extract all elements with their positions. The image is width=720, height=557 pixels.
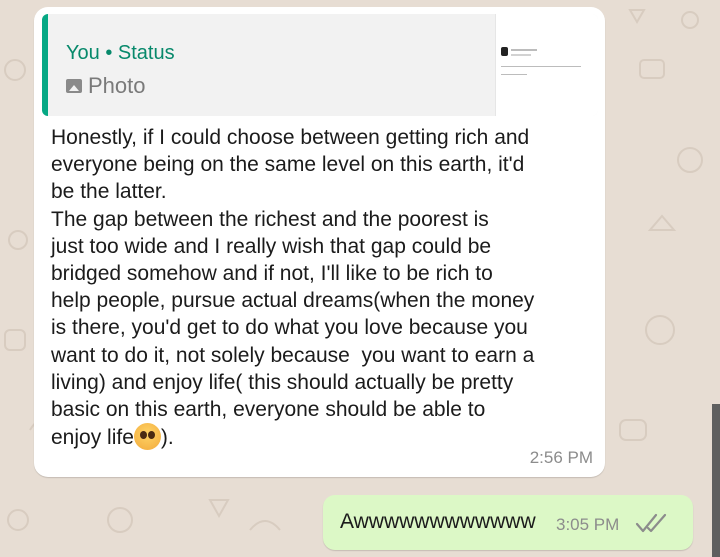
quote-context: Status	[117, 42, 175, 64]
quoted-status-reply[interactable]: You • Status Photo	[42, 14, 598, 116]
quote-accent-bar	[42, 14, 48, 116]
scroll-edge	[712, 404, 720, 557]
message-body-end: ).	[160, 426, 174, 450]
thumbnail-text-line	[511, 54, 531, 56]
incoming-message-bubble[interactable]: You • Status Photo Honestly, if I could …	[34, 7, 605, 477]
incoming-message-time: 2:56 PM	[529, 448, 593, 467]
pleading-face-emoji	[133, 423, 161, 451]
quote-author: You	[66, 42, 100, 64]
thumbnail-text-line	[501, 66, 581, 67]
quote-media-type: Photo	[88, 73, 146, 98]
outgoing-message-time: 3:05 PM	[556, 515, 620, 534]
outgoing-message-bubble[interactable]: Awwwwwwwwwwww 3:05 PM	[323, 495, 693, 550]
thumbnail-avatar	[501, 47, 508, 56]
incoming-message-text: Honestly, if I could choose between gett…	[51, 124, 591, 451]
double-check-icon	[635, 513, 667, 533]
message-body: Honestly, if I could choose between gett…	[51, 126, 535, 450]
quote-separator: •	[105, 42, 113, 64]
thumbnail-text-line	[511, 49, 537, 51]
quote-media-line: Photo	[66, 73, 146, 99]
status-thumbnail[interactable]	[495, 14, 598, 116]
outgoing-message-text: Awwwwwwwwwwww	[340, 510, 536, 533]
thumbnail-text-line	[501, 74, 527, 75]
photo-icon	[66, 79, 82, 93]
quote-author-line: You • Status	[66, 42, 175, 65]
